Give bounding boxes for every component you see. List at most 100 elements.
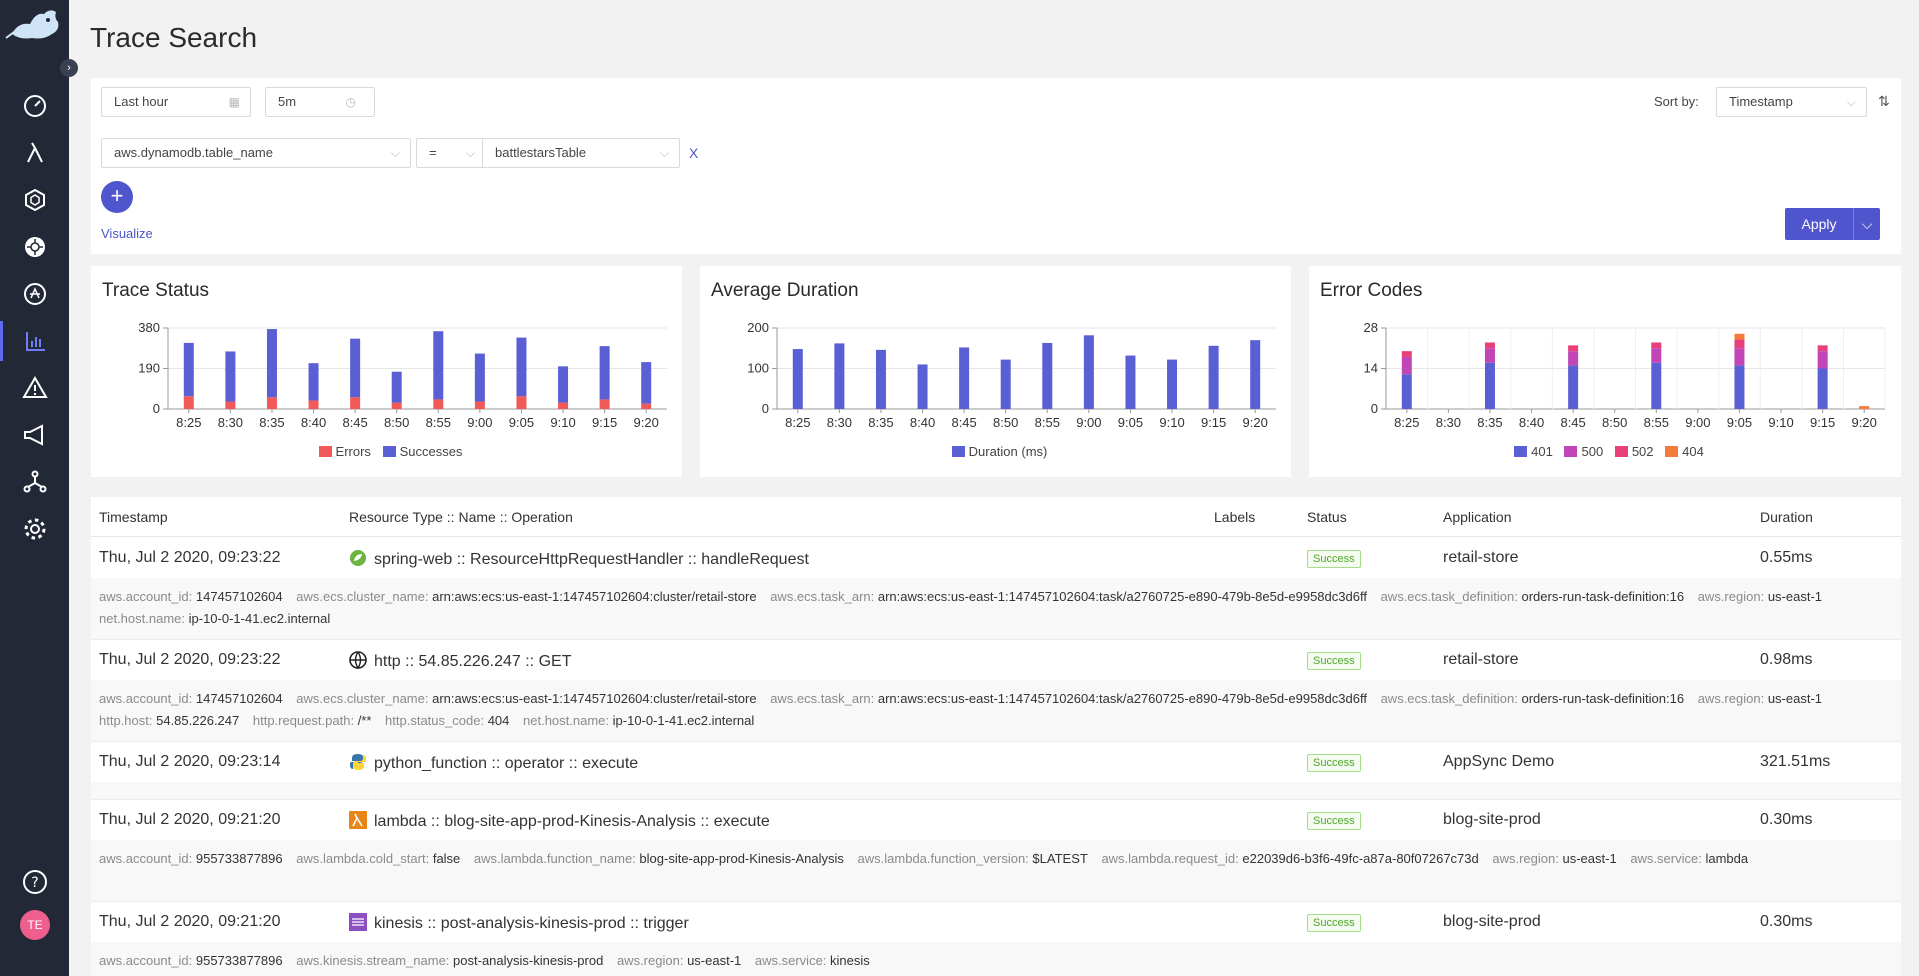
bar-500[interactable]: [1651, 348, 1662, 363]
sort-select[interactable]: Timestamp ⌵: [1716, 87, 1867, 117]
bar-502[interactable]: [1651, 342, 1662, 349]
interval-picker[interactable]: 5m ◷: [265, 87, 375, 117]
bar-errors[interactable]: [308, 400, 319, 409]
apply-dropdown-chevron-icon[interactable]: ⌵: [1853, 208, 1880, 240]
cell-resource[interactable]: python_function :: operator :: execute: [349, 753, 638, 773]
bar-errors[interactable]: [183, 396, 194, 409]
bar-duration-ms-[interactable]: [1125, 355, 1136, 409]
table-row[interactable]: Thu, Jul 2 2020, 09:21:20 lambda :: blog…: [91, 800, 1901, 902]
bar-successes[interactable]: [183, 342, 194, 397]
header-application[interactable]: Application: [1443, 509, 1512, 525]
bar-errors[interactable]: [474, 401, 485, 409]
bar-successes[interactable]: [599, 346, 610, 400]
nav-announcements[interactable]: [0, 415, 69, 455]
bar-errors[interactable]: [266, 397, 277, 409]
bar-successes[interactable]: [516, 337, 527, 397]
bar-500[interactable]: [1568, 351, 1579, 366]
bar-successes[interactable]: [433, 331, 444, 400]
bar-errors[interactable]: [350, 397, 361, 409]
bar-duration-ms-[interactable]: [959, 347, 970, 409]
bar-duration-ms-[interactable]: [834, 343, 845, 409]
bar-errors[interactable]: [225, 401, 236, 409]
bar-errors[interactable]: [516, 396, 527, 409]
bar-401[interactable]: [1651, 362, 1662, 409]
table-row[interactable]: Thu, Jul 2 2020, 09:23:22 spring-web :: …: [91, 538, 1901, 640]
cell-resource[interactable]: spring-web :: ResourceHttpRequestHandler…: [349, 549, 809, 569]
table-row[interactable]: Thu, Jul 2 2020, 09:21:20 kinesis :: pos…: [91, 902, 1901, 976]
bar-errors[interactable]: [641, 403, 652, 409]
sort-order-icon[interactable]: ⇅: [1878, 93, 1890, 110]
header-labels[interactable]: Labels: [1214, 509, 1255, 525]
avatar[interactable]: TE: [20, 910, 50, 940]
bar-successes[interactable]: [641, 362, 652, 404]
bar-successes[interactable]: [308, 363, 319, 401]
clear-filter-button[interactable]: X: [689, 145, 698, 161]
bar-errors[interactable]: [599, 399, 610, 409]
status-badge: Success: [1307, 652, 1361, 670]
cell-resource[interactable]: lambda :: blog-site-app-prod-Kinesis-Ana…: [349, 811, 770, 831]
bar-duration-ms-[interactable]: [1167, 359, 1178, 409]
bar-401[interactable]: [1401, 374, 1412, 409]
collapse-sidebar-button[interactable]: ›: [60, 59, 78, 77]
time-range-picker[interactable]: Last hour ▦: [101, 87, 251, 117]
bar-duration-ms-[interactable]: [1000, 359, 1011, 409]
bar-successes[interactable]: [474, 353, 485, 402]
nav-kubernetes[interactable]: [0, 227, 69, 267]
bar-successes[interactable]: [558, 366, 569, 403]
bar-401[interactable]: [1484, 362, 1495, 409]
bar-duration-ms-[interactable]: [1208, 345, 1219, 409]
header-timestamp[interactable]: Timestamp: [99, 509, 168, 525]
bar-successes[interactable]: [266, 329, 277, 398]
bar-502[interactable]: [1401, 351, 1412, 357]
bar-404[interactable]: [1734, 333, 1745, 340]
bar-401[interactable]: [1817, 368, 1828, 410]
nav-alerts[interactable]: [0, 368, 69, 408]
add-filter-button[interactable]: +: [101, 181, 133, 213]
bar-401[interactable]: [1568, 365, 1579, 409]
nav-traces[interactable]: [0, 321, 69, 361]
bar-duration-ms-[interactable]: [792, 349, 803, 409]
apply-button[interactable]: Apply ⌵: [1785, 208, 1880, 240]
bar-duration-ms-[interactable]: [1250, 340, 1261, 409]
header-status[interactable]: Status: [1307, 509, 1347, 525]
bar-successes[interactable]: [350, 338, 361, 398]
bar-502[interactable]: [1734, 339, 1745, 349]
cell-resource[interactable]: http :: 54.85.226.247 :: GET: [349, 651, 571, 671]
bar-duration-ms-[interactable]: [917, 364, 928, 409]
table-row[interactable]: Thu, Jul 2 2020, 09:23:14 python_functio…: [91, 742, 1901, 800]
bar-successes[interactable]: [391, 371, 402, 403]
bar-502[interactable]: [1484, 342, 1495, 349]
value-select[interactable]: battlestarsTable ⌵: [482, 138, 680, 168]
visualize-link[interactable]: Visualize: [101, 226, 153, 241]
bar-500[interactable]: [1734, 348, 1745, 366]
attribute-select[interactable]: aws.dynamodb.table_name ⌵: [101, 138, 411, 168]
bar-502[interactable]: [1568, 345, 1579, 352]
nav-containers[interactable]: [0, 180, 69, 220]
table-row[interactable]: Thu, Jul 2 2020, 09:23:22 http :: 54.85.…: [91, 640, 1901, 742]
bar-duration-ms-[interactable]: [1083, 335, 1094, 409]
nav-help[interactable]: ?: [0, 862, 69, 902]
x-tick-label: 8:35: [1477, 415, 1502, 430]
bar-502[interactable]: [1817, 345, 1828, 352]
nav-services[interactable]: [0, 274, 69, 314]
nav-settings[interactable]: [0, 509, 69, 549]
bar-500[interactable]: [1401, 356, 1412, 375]
nav-dashboard[interactable]: [0, 86, 69, 126]
cell-resource[interactable]: kinesis :: post-analysis-kinesis-prod ::…: [349, 913, 689, 933]
bar-errors[interactable]: [391, 402, 402, 409]
tag: aws.ecs.cluster_name: arn:aws:ecs:us-eas…: [296, 691, 756, 706]
bar-errors[interactable]: [433, 399, 444, 409]
bar-duration-ms-[interactable]: [1042, 342, 1053, 409]
bar-401[interactable]: [1734, 365, 1745, 409]
bar-500[interactable]: [1484, 348, 1495, 363]
bar-duration-ms-[interactable]: [875, 349, 886, 409]
nav-functions[interactable]: [0, 133, 69, 173]
bar-500[interactable]: [1817, 351, 1828, 369]
nav-architecture[interactable]: [0, 462, 69, 502]
header-resource[interactable]: Resource Type :: Name :: Operation: [349, 509, 573, 525]
bar-404[interactable]: [1859, 406, 1870, 409]
header-duration[interactable]: Duration: [1760, 509, 1813, 525]
bar-errors[interactable]: [558, 402, 569, 409]
operator-select[interactable]: = ⌵: [416, 138, 486, 168]
bar-successes[interactable]: [225, 351, 236, 402]
